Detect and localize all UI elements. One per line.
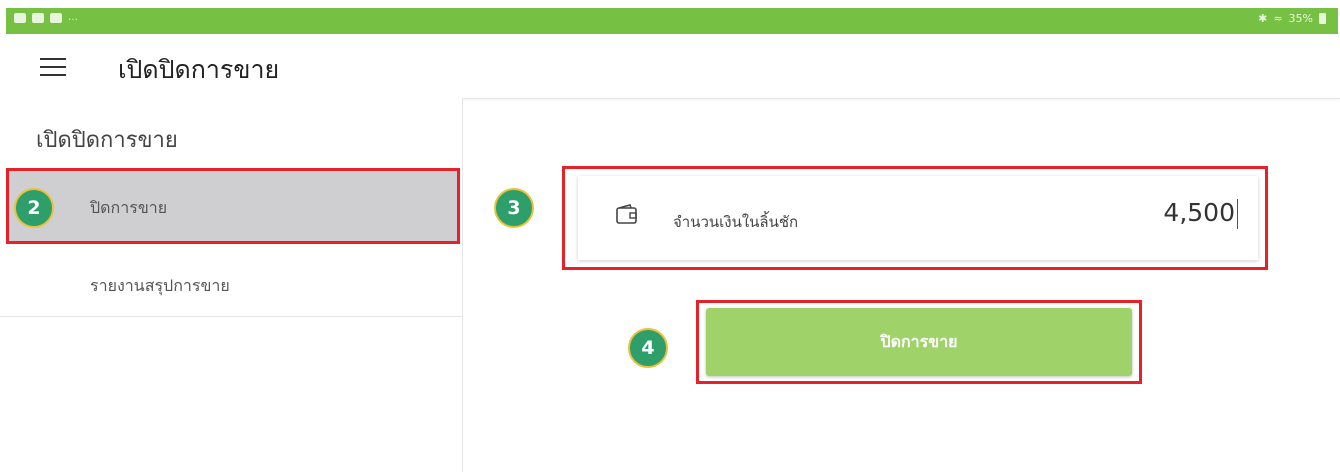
step-badge-2: 2: [14, 188, 54, 228]
status-bar-right: ✱ ≈ 35%: [1258, 12, 1326, 25]
sidebar: เปิดปิดการขาย ปิดการขาย รายงานสรุปการขาย: [0, 98, 463, 472]
page-title: เปิดปิดการขาย: [118, 55, 280, 84]
sidebar-item-sales-report[interactable]: รายงานสรุปการขาย: [8, 242, 460, 314]
more-notifications-icon: …: [68, 12, 78, 23]
step-badge-4: 4: [628, 328, 668, 368]
cast-icon: [32, 13, 44, 23]
status-bar-left-icons: …: [14, 13, 78, 23]
hamburger-menu-icon[interactable]: [40, 58, 66, 76]
cash-field-label: จำนวนเงินในลิ้นชัก: [673, 213, 799, 231]
status-bar-background: [6, 8, 1338, 34]
text-caret: [1237, 199, 1238, 229]
cash-field-value[interactable]: 4,500: [1163, 198, 1238, 229]
battery-icon: [1319, 13, 1326, 24]
wallet-icon: [616, 204, 637, 224]
bluetooth-icon: ✱: [1258, 12, 1268, 25]
image-icon: [14, 13, 26, 23]
battery-percent: 35%: [1288, 12, 1313, 25]
sidebar-item-label: ปิดการขาย: [90, 198, 168, 217]
cash-in-drawer-field[interactable]: จำนวนเงินในลิ้นชัก 4,500: [578, 176, 1258, 260]
cash-value-text: 4,500: [1163, 198, 1235, 227]
step-badge-3: 3: [494, 188, 534, 228]
sidebar-header: เปิดปิดการขาย: [36, 128, 178, 153]
status-bar: … ✱ ≈ 35%: [0, 0, 1340, 36]
app-bar: เปิดปิดการขาย: [0, 36, 1340, 99]
sidebar-divider: [0, 316, 462, 317]
wifi-icon: ≈: [1273, 12, 1283, 25]
close-sale-button[interactable]: ปิดการขาย: [706, 308, 1132, 376]
sidebar-item-label: รายงานสรุปการขาย: [90, 276, 230, 295]
sidebar-item-close-sale[interactable]: ปิดการขาย: [8, 170, 460, 242]
media-icon: [50, 13, 62, 23]
